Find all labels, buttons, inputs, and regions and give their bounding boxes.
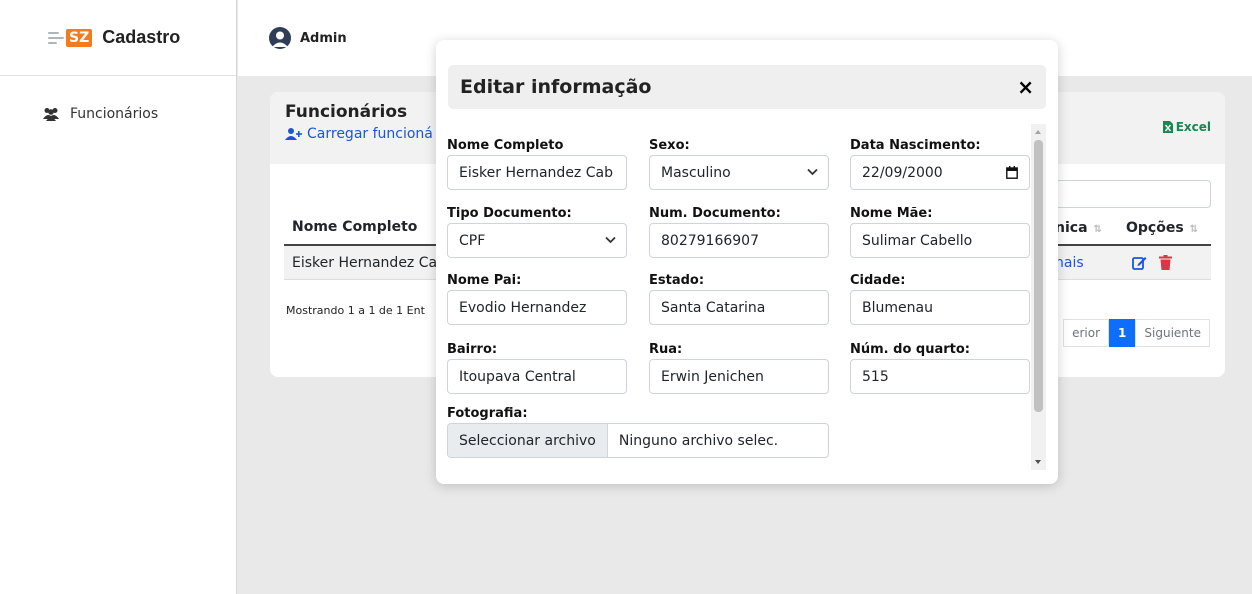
field-tipo-documento: Tipo Documento: CPF (447, 206, 627, 258)
rua-label: Rua: (649, 342, 683, 357)
bairro-label: Bairro: (447, 342, 498, 357)
scroll-up-arrow-icon[interactable] (1035, 130, 1041, 134)
field-nome-mae: Nome Mãe: Sulimar Cabello (850, 206, 1030, 258)
tipo-documento-label: Tipo Documento: (447, 206, 572, 221)
cidade-value: Blumenau (862, 299, 933, 316)
cell-name: Eisker Hernandez Ca (292, 254, 438, 271)
field-num-documento: Num. Documento: 80279166907 (649, 206, 829, 258)
pagination-next[interactable]: Siguiente (1135, 319, 1210, 347)
calendar-icon[interactable] (1006, 166, 1018, 179)
brand[interactable]: SZ Cadastro (0, 0, 236, 76)
num-documento-label: Num. Documento: (649, 206, 781, 221)
excel-export-button[interactable]: Excel (1162, 120, 1211, 134)
sort-icon: ⇅ (1189, 224, 1199, 235)
trash-icon[interactable] (1159, 255, 1172, 270)
field-data-nascimento: Data Nascimento: 22/09/2000 (850, 138, 1030, 190)
num-documento-input[interactable]: 80279166907 (649, 223, 829, 258)
user-plus-icon (285, 128, 302, 140)
sexo-value: Masculino (661, 164, 731, 181)
file-selected-text: Ninguno archivo selec. (618, 432, 779, 449)
column-header-options-label: Opções (1126, 220, 1184, 236)
sexo-select[interactable]: Masculino (649, 155, 829, 190)
field-bairro: Bairro: Itoupava Central (447, 342, 627, 394)
column-header-options[interactable]: Opções ⇅ (1126, 220, 1198, 236)
scroll-down-arrow-icon[interactable] (1035, 460, 1041, 464)
brand-name: Cadastro (102, 27, 181, 47)
sort-icon: ⇅ (1093, 224, 1102, 235)
nome-pai-label: Nome Pai: (447, 273, 522, 288)
estado-input[interactable]: Santa Catarina (649, 290, 829, 325)
brand-logo-text: SZ (66, 28, 93, 47)
nome-completo-label: Nome Completo (447, 138, 564, 153)
excel-file-icon (1162, 121, 1173, 133)
chevron-down-icon (807, 168, 818, 176)
estado-value: Santa Catarina (661, 299, 766, 316)
bairro-value: Itoupava Central (459, 368, 576, 385)
table-search-input[interactable] (1055, 180, 1211, 208)
upload-employee-label: Carregar funcioná (307, 126, 433, 142)
nome-completo-input[interactable]: Eisker Hernandez Cab (447, 155, 627, 190)
bairro-input[interactable]: Itoupava Central (447, 359, 627, 394)
pagination-previous[interactable]: erior (1063, 319, 1110, 347)
users-icon (43, 108, 59, 121)
fotografia-file-input[interactable]: Seleccionar archivo Ninguno archivo sele… (447, 423, 829, 458)
pagination: erior 1 Siguiente (1063, 319, 1210, 347)
cell-tecnica-link[interactable]: nais (1055, 255, 1084, 271)
estado-label: Estado: (649, 273, 705, 288)
nome-mae-label: Nome Mãe: (850, 206, 933, 221)
tipo-documento-select[interactable]: CPF (447, 223, 627, 258)
field-rua: Rua: Erwin Jenichen (649, 342, 829, 394)
edit-icon[interactable] (1132, 255, 1147, 270)
num-quarto-value: 515 (862, 368, 889, 385)
field-nome-completo: Nome Completo Eisker Hernandez Cab (447, 138, 627, 190)
field-cidade: Cidade: Blumenau (850, 273, 1030, 325)
user-name[interactable]: Admin (300, 31, 347, 46)
brand-lines-icon (48, 31, 64, 45)
num-documento-value: 80279166907 (661, 232, 759, 249)
chevron-down-icon (605, 236, 616, 244)
cidade-label: Cidade: (850, 273, 906, 288)
sidebar-item-label: Funcionários (70, 106, 159, 122)
edit-modal: Editar informação × Nome Completo Eisker… (436, 40, 1058, 484)
sexo-label: Sexo: (649, 138, 690, 153)
field-sexo: Sexo: Masculino (649, 138, 829, 190)
modal-scrollbar[interactable] (1031, 124, 1046, 470)
column-header-name[interactable]: Nome Completo (284, 219, 434, 235)
nome-pai-input[interactable]: Evodio Hernandez (447, 290, 627, 325)
modal-body: Nome Completo Eisker Hernandez Cab Sexo:… (447, 124, 1037, 468)
brand-logo: SZ (48, 28, 93, 47)
rua-value: Erwin Jenichen (661, 368, 764, 385)
field-estado: Estado: Santa Catarina (649, 273, 829, 325)
fotografia-label: Fotografia: (447, 406, 528, 421)
nome-mae-value: Sulimar Cabello (862, 232, 973, 249)
num-quarto-label: Núm. do quarto: (850, 342, 970, 357)
file-select-button[interactable]: Seleccionar archivo (448, 424, 608, 457)
sidebar-item-funcionarios[interactable]: Funcionários (42, 106, 236, 122)
row-actions (1132, 255, 1172, 270)
data-nascimento-value: 22/09/2000 (862, 164, 943, 181)
field-fotografia: Fotografia: Seleccionar archivo Ninguno … (447, 406, 847, 458)
nome-mae-input[interactable]: Sulimar Cabello (850, 223, 1030, 258)
data-nascimento-label: Data Nascimento: (850, 138, 981, 153)
close-icon[interactable]: × (1017, 75, 1034, 99)
user-avatar-icon[interactable] (269, 27, 291, 49)
cidade-input[interactable]: Blumenau (850, 290, 1030, 325)
sidebar: SZ Cadastro Funcionários (0, 0, 237, 594)
field-num-quarto: Núm. do quarto: 515 (850, 342, 1030, 394)
num-quarto-input[interactable]: 515 (850, 359, 1030, 394)
nome-completo-value: Eisker Hernandez Cab (459, 164, 613, 181)
nome-pai-value: Evodio Hernandez (459, 299, 587, 316)
scrollbar-thumb[interactable] (1034, 140, 1043, 412)
rua-input[interactable]: Erwin Jenichen (649, 359, 829, 394)
modal-title: Editar informação (460, 76, 652, 98)
field-nome-pai: Nome Pai: Evodio Hernandez (447, 273, 627, 325)
column-header-tecnica-label: nica (1055, 220, 1088, 236)
table-info: Mostrando 1 a 1 de 1 Ent (286, 304, 425, 317)
modal-header: Editar informação × (448, 65, 1046, 109)
column-header-tecnica[interactable]: nica ⇅ (1055, 220, 1102, 236)
data-nascimento-input[interactable]: 22/09/2000 (850, 155, 1030, 190)
excel-label: Excel (1175, 120, 1211, 134)
tipo-documento-value: CPF (459, 232, 486, 249)
pagination-page-1[interactable]: 1 (1109, 319, 1136, 347)
